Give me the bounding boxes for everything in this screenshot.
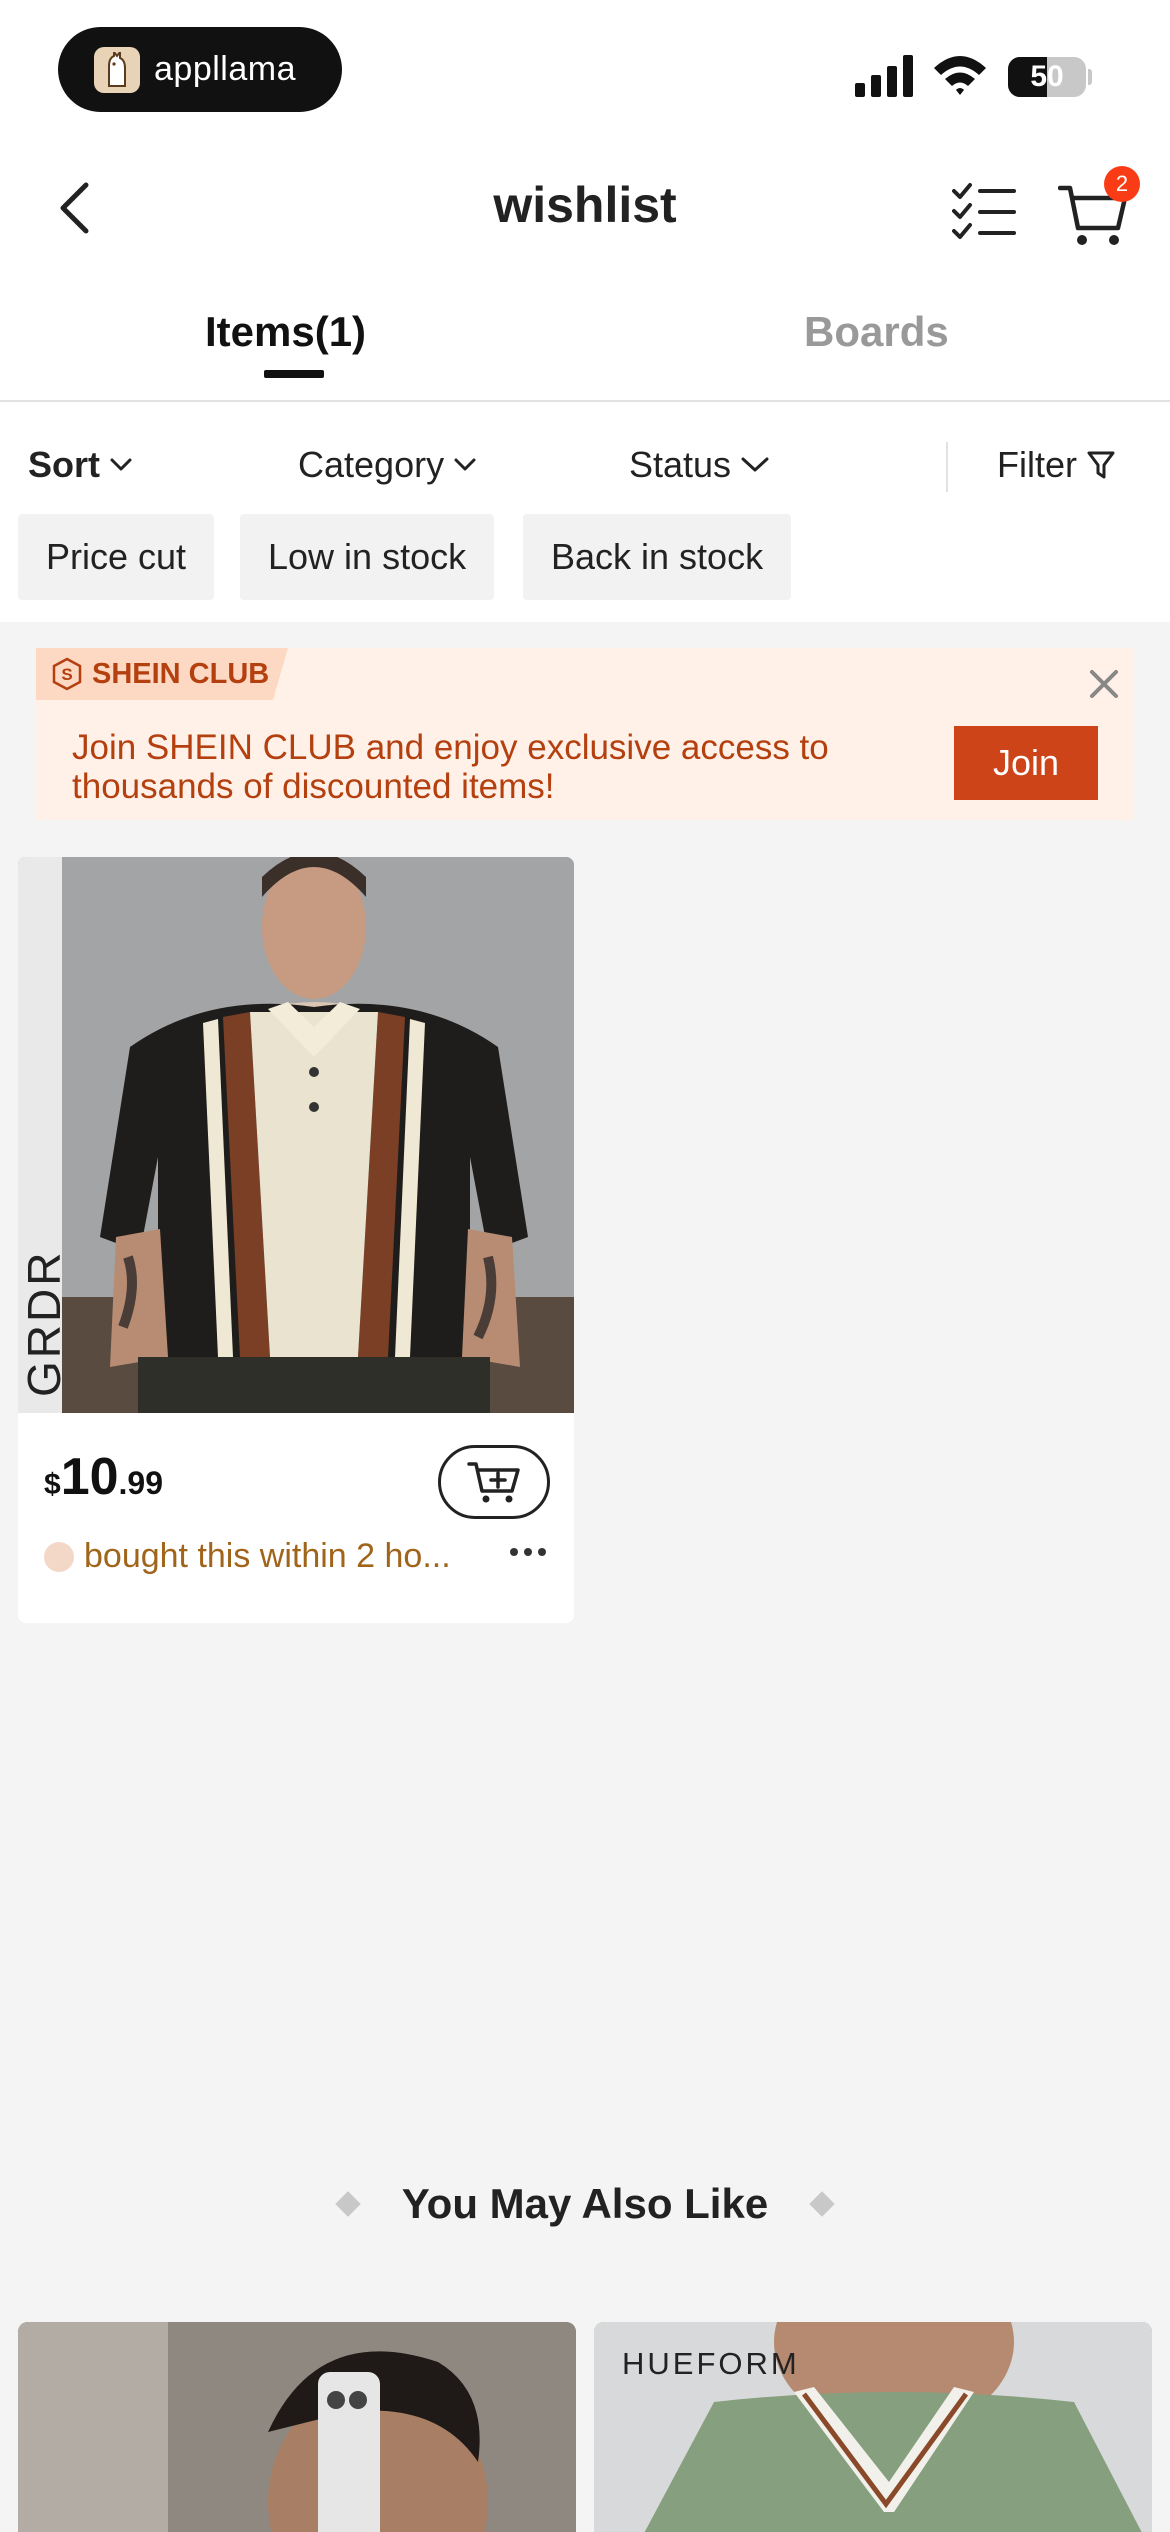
sort-dropdown[interactable]: Sort xyxy=(28,444,132,486)
more-dot xyxy=(524,1548,532,1556)
recommendation-brand: HUEFORM xyxy=(622,2346,800,2381)
more-dot xyxy=(538,1548,546,1556)
category-dropdown[interactable]: Category xyxy=(298,444,476,486)
chip-low-in-stock[interactable]: Low in stock xyxy=(240,514,495,600)
brand-label: GRDR xyxy=(18,1249,70,1397)
club-badge-icon: S xyxy=(52,657,82,691)
recommendations-title: You May Also Like xyxy=(401,2180,769,2227)
filter-button[interactable]: Filter xyxy=(997,444,1115,486)
club-tag: S SHEIN CLUB xyxy=(36,648,288,700)
cart-plus-icon xyxy=(467,1462,520,1503)
club-message: Join SHEIN CLUB and enjoy exclusive acce… xyxy=(72,728,829,806)
battery-icon: 50 xyxy=(1008,57,1086,97)
more-options-button[interactable] xyxy=(498,1527,558,1577)
checklist-icon[interactable] xyxy=(952,182,1018,242)
wifi-icon xyxy=(934,56,986,95)
tab-items[interactable]: Items(1) xyxy=(205,308,366,356)
chip-price-cut[interactable]: Price cut xyxy=(18,514,215,600)
battery-indicator: 50 xyxy=(1008,57,1092,97)
cart-badge: 2 xyxy=(1104,166,1140,202)
chevron-left-icon xyxy=(60,182,89,234)
status-label: Status xyxy=(629,444,732,485)
filter-bar: Sort Category Status Filter Price cut Lo… xyxy=(0,402,1170,622)
product-image[interactable]: GRDR xyxy=(18,857,574,1413)
chevron-down-icon xyxy=(454,458,476,471)
product-photo xyxy=(18,857,574,1413)
recommendation-card[interactable]: HUEFORM xyxy=(594,2322,1152,2532)
diamond-icon xyxy=(808,2191,835,2217)
battery-level-text: 50 xyxy=(1030,60,1064,93)
filter-divider xyxy=(946,442,948,492)
more-dot xyxy=(510,1548,518,1556)
chevron-down-icon xyxy=(110,458,132,471)
battery-nub xyxy=(1088,69,1092,85)
avatar-icon xyxy=(44,1541,74,1572)
close-icon[interactable] xyxy=(1084,664,1124,704)
join-button[interactable]: Join xyxy=(954,726,1098,800)
price-currency: $ xyxy=(44,1468,61,1501)
product-price: $10.99 xyxy=(44,1447,163,1507)
cellular-signal-icon xyxy=(855,55,913,97)
social-proof-text: bought this within 2 ho... xyxy=(84,1537,451,1575)
chevron-down-icon xyxy=(741,457,769,472)
app-pill[interactable]: appllama xyxy=(58,27,342,112)
chip-back-in-stock[interactable]: Back in stock xyxy=(523,514,792,600)
social-proof: bought this within 2 ho... xyxy=(44,1537,451,1576)
price-integer: 10 xyxy=(60,1448,119,1506)
status-dropdown[interactable]: Status xyxy=(629,444,769,486)
back-button[interactable] xyxy=(48,172,100,244)
club-banner: S SHEIN CLUB Join SHEIN CLUB and enjoy e… xyxy=(36,648,1134,820)
recommendation-card[interactable] xyxy=(18,2322,576,2532)
page-title: wishlist xyxy=(493,177,677,233)
category-label: Category xyxy=(298,444,445,485)
recommendation-photo xyxy=(18,2322,576,2532)
funnel-icon xyxy=(1087,451,1115,479)
app-pill-label: appllama xyxy=(154,50,296,88)
recommendations-header: You May Also Like xyxy=(0,2180,1170,2228)
svg-text:S: S xyxy=(61,665,72,684)
sort-label: Sort xyxy=(28,444,100,485)
llama-logo-icon xyxy=(94,46,140,93)
club-tag-label: SHEIN CLUB xyxy=(92,657,270,690)
active-tab-indicator xyxy=(264,370,324,378)
tab-boards[interactable]: Boards xyxy=(804,308,949,356)
filter-label: Filter xyxy=(997,444,1077,485)
diamond-icon xyxy=(335,2191,362,2217)
wishlist-item-card[interactable]: GRDR $10.99 bought this within 2 ho... xyxy=(18,857,574,1623)
add-to-cart-button[interactable] xyxy=(438,1445,550,1519)
price-decimal: .99 xyxy=(118,1465,164,1501)
